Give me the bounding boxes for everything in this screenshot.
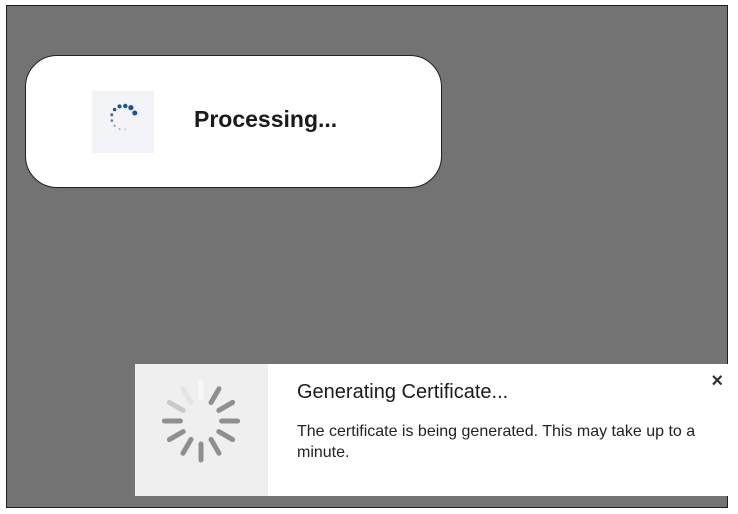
toast-message: The certificate is being generated. This…: [297, 423, 696, 461]
processing-dialog: Processing...: [25, 55, 442, 188]
certificate-toast: Generating Certificate... The certificat…: [135, 364, 733, 496]
loading-spinner-icon: [135, 364, 268, 496]
processing-label: Processing...: [194, 106, 338, 132]
loading-dots-icon: [92, 91, 154, 153]
toast-title: Generating Certificate...: [297, 381, 509, 403]
modal-backdrop: Processing... Generating Certificate... …: [6, 5, 733, 508]
close-icon[interactable]: ×: [711, 370, 723, 393]
